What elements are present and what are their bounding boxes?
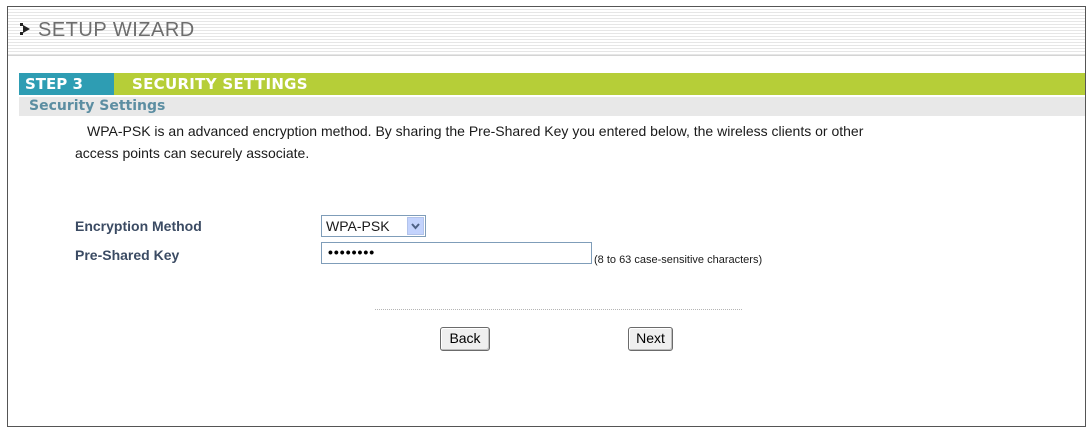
- wizard-title: SETUP WIZARD: [38, 19, 195, 41]
- back-button[interactable]: Back: [440, 327, 490, 351]
- pre-shared-key-label: Pre-Shared Key: [75, 247, 180, 263]
- encryption-method-label: Encryption Method: [75, 218, 202, 234]
- section-bar: Security Settings: [19, 97, 1085, 116]
- divider: [375, 309, 742, 310]
- pre-shared-key-hint: (8 to 63 case-sensitive characters): [594, 254, 763, 266]
- encryption-method-select[interactable]: WPA-PSK: [321, 215, 426, 237]
- description-line-2: access points can securely associate.: [75, 145, 310, 161]
- section-description: WPA-PSK is an advanced encryption method…: [75, 120, 1055, 164]
- arrow-right-icon: [20, 22, 32, 36]
- setup-wizard-frame: SETUP WIZARD STEP 3 SECURITY SETTINGS Se…: [7, 6, 1086, 427]
- step-title: SECURITY SETTINGS: [132, 75, 308, 93]
- wizard-header: SETUP WIZARD: [8, 7, 1085, 56]
- encryption-method-value: WPA-PSK: [326, 218, 390, 234]
- step-bar: STEP 3 SECURITY SETTINGS: [19, 73, 1085, 95]
- section-title: Security Settings: [29, 98, 166, 114]
- description-line-1: WPA-PSK is an advanced encryption method…: [87, 123, 864, 139]
- chevron-down-icon[interactable]: [407, 217, 424, 235]
- next-button[interactable]: Next: [628, 327, 673, 351]
- pre-shared-key-input[interactable]: ••••••••: [321, 242, 592, 264]
- step-number: STEP 3: [19, 73, 114, 95]
